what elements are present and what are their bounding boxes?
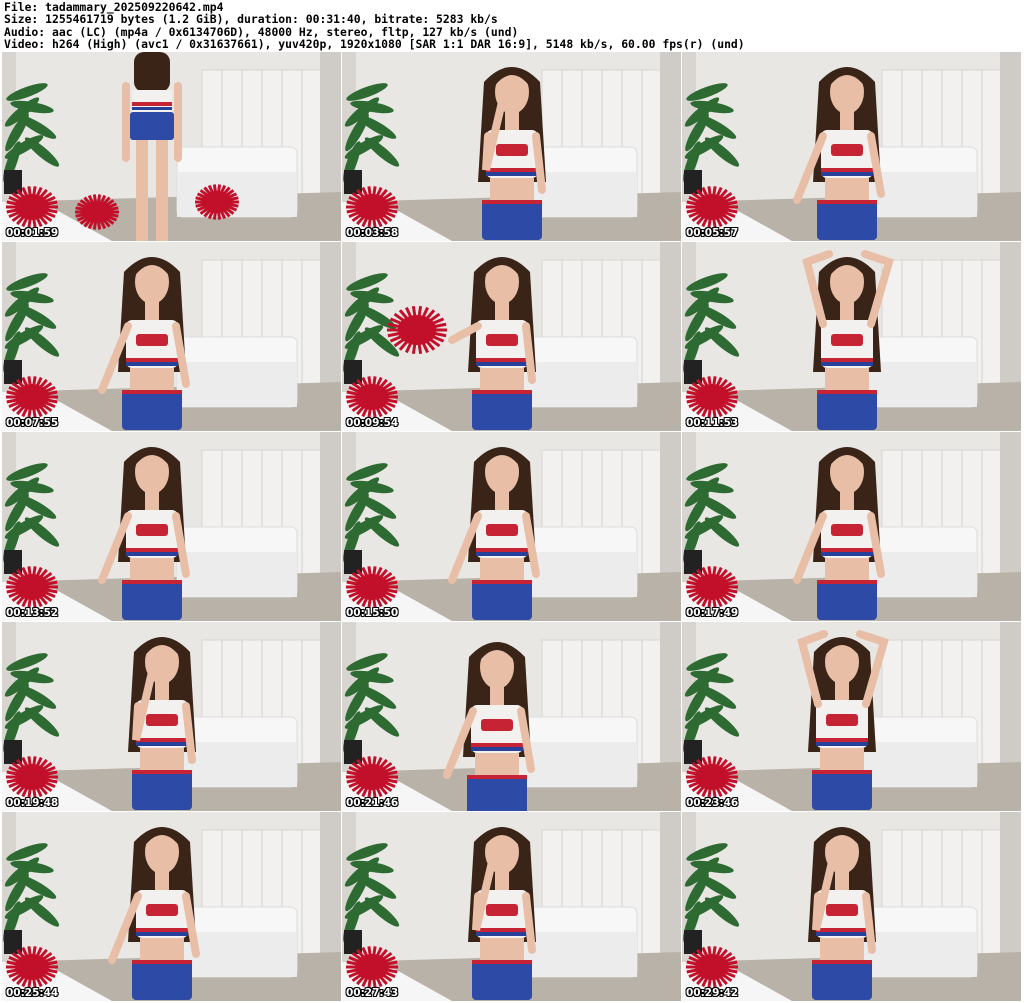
frame-image	[2, 622, 341, 811]
thumbnail-grid: 00:01:59 00:03:58 00:05:57 00:07:55 00:09:54…	[0, 52, 1024, 1003]
video-thumbnail: 00:23:46	[682, 622, 1021, 811]
video-thumbnail: 00:01:59	[2, 52, 341, 241]
frame-timestamp: 00:09:54	[346, 417, 399, 429]
frame-image	[2, 432, 341, 621]
frame-timestamp: 00:29:42	[686, 987, 739, 999]
video-thumbnail: 00:11:53	[682, 242, 1021, 431]
frame-image	[682, 622, 1021, 811]
video-thumbnail: 00:29:42	[682, 812, 1021, 1001]
file-size-line: Size: 1255461719 bytes (1.2 GiB), durati…	[4, 12, 498, 27]
video-thumbnail: 00:17:49	[682, 432, 1021, 621]
video-thumbnail: 00:25:44	[2, 812, 341, 1001]
file-info-header: File: tadammary_202509220642.mp4 Size: 1…	[4, 1, 1020, 50]
frame-image	[682, 432, 1021, 621]
frame-image	[682, 52, 1021, 241]
video-thumbnail: 00:05:57	[682, 52, 1021, 241]
frame-image	[342, 52, 681, 241]
frame-image	[342, 242, 681, 431]
frame-timestamp: 00:17:49	[686, 607, 739, 619]
frame-timestamp: 00:25:44	[6, 987, 59, 999]
frame-timestamp: 00:15:50	[346, 607, 399, 619]
frame-timestamp: 00:03:58	[346, 227, 399, 239]
video-thumbnail: 00:27:43	[342, 812, 681, 1001]
frame-timestamp: 00:19:48	[6, 797, 59, 809]
frame-image	[2, 242, 341, 431]
frame-timestamp: 00:27:43	[346, 987, 399, 999]
frame-image	[682, 812, 1021, 1001]
video-thumbnail: 00:19:48	[2, 622, 341, 811]
frame-image	[342, 812, 681, 1001]
video-thumbnail: 00:03:58	[342, 52, 681, 241]
frame-timestamp: 00:05:57	[686, 227, 739, 239]
frame-timestamp: 00:21:46	[346, 797, 399, 809]
frame-timestamp: 00:01:59	[6, 227, 59, 239]
video-thumbnail: 00:07:55	[2, 242, 341, 431]
frame-image	[342, 432, 681, 621]
frame-image	[342, 622, 681, 811]
frame-timestamp: 00:13:52	[6, 607, 59, 619]
video-thumbnail: 00:09:54	[342, 242, 681, 431]
video-info-line: Video: h264 (High) (avc1 / 0x31637661), …	[4, 36, 745, 51]
video-thumbnail: 00:15:50	[342, 432, 681, 621]
frame-image	[2, 52, 341, 241]
frame-timestamp: 00:07:55	[6, 417, 59, 429]
frame-image	[682, 242, 1021, 431]
frame-image	[2, 812, 341, 1001]
frame-timestamp: 00:11:53	[686, 417, 739, 429]
video-thumbnail: 00:13:52	[2, 432, 341, 621]
frame-timestamp: 00:23:46	[686, 797, 739, 809]
video-thumbnail: 00:21:46	[342, 622, 681, 811]
